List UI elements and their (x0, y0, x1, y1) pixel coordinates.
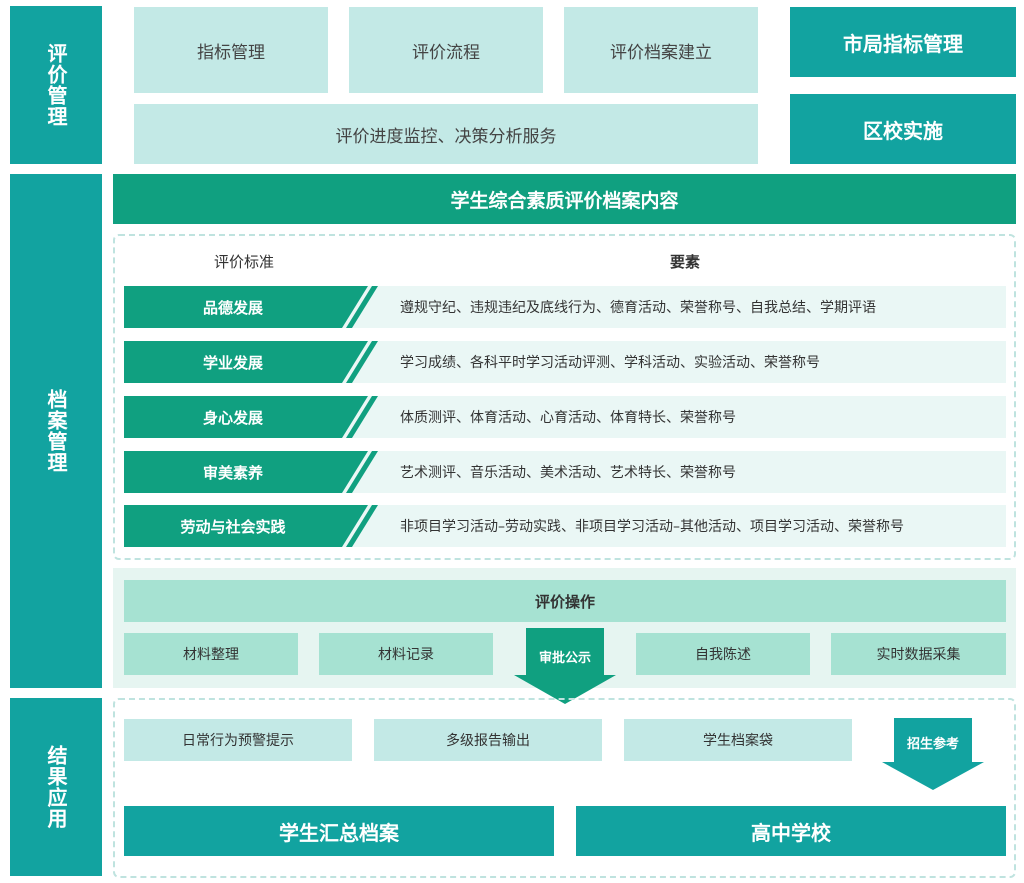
op-material-record: 材料记录 (319, 633, 493, 675)
criteria-label: 学业发展 (124, 341, 368, 383)
admission-label: 招生参考 (906, 736, 959, 752)
criteria-elements: 艺术测评、音乐活动、美术活动、艺术特长、荣誉称号 (400, 465, 736, 481)
archive-build-box: 评价档案建立 (564, 7, 758, 93)
section-label-archive-mgmt: 档案管理 (10, 174, 102, 688)
criteria-elements: 遵规守纪、违规违纪及底线行为、德育活动、荣誉称号、自我总结、学期评语 (400, 300, 876, 316)
result-student-portfolio: 学生档案袋 (624, 719, 852, 761)
section-label-result-app: 结果应用 (10, 698, 102, 876)
operations-title: 评价操作 (124, 580, 1006, 622)
indicator-mgmt-box: 指标管理 (134, 7, 328, 93)
archive-title-bar: 学生综合素质评价档案内容 (113, 174, 1016, 224)
criteria-label: 劳动与社会实践 (124, 505, 368, 547)
eval-process-box: 评价流程 (349, 7, 543, 93)
student-summary-archive: 学生汇总档案 (124, 806, 554, 856)
op-material-organize: 材料整理 (124, 633, 298, 675)
criteria-elements: 体质测评、体育活动、心育活动、体育特长、荣誉称号 (400, 410, 736, 426)
col-header-standard: 评价标准 (213, 252, 274, 271)
op-realtime-collect: 实时数据采集 (831, 633, 1006, 675)
section-label-eval-mgmt: 评价管理 (10, 6, 102, 164)
criteria-label: 审美素养 (124, 451, 368, 493)
criteria-label: 品德发展 (124, 286, 368, 328)
result-behavior-warning: 日常行为预警提示 (124, 719, 352, 761)
op-self-statement: 自我陈述 (636, 633, 810, 675)
high-school-box: 高中学校 (576, 806, 1006, 856)
approval-label: 审批公示 (538, 650, 591, 666)
criteria-elements: 学习成绩、各科平时学习活动评测、学科活动、实验活动、荣誉称号 (400, 355, 820, 371)
criteria-label: 身心发展 (124, 396, 368, 438)
criteria-elements: 非项目学习活动–劳动实践、非项目学习活动–其他活动、项目学习活动、荣誉称号 (400, 519, 904, 535)
district-school-box: 区校实施 (790, 94, 1016, 164)
col-header-elements: 要素 (669, 252, 700, 271)
monitor-box: 评价进度监控、决策分析服务 (134, 104, 758, 164)
city-indicator-box: 市局指标管理 (790, 7, 1016, 77)
result-report-output: 多级报告输出 (374, 719, 602, 761)
